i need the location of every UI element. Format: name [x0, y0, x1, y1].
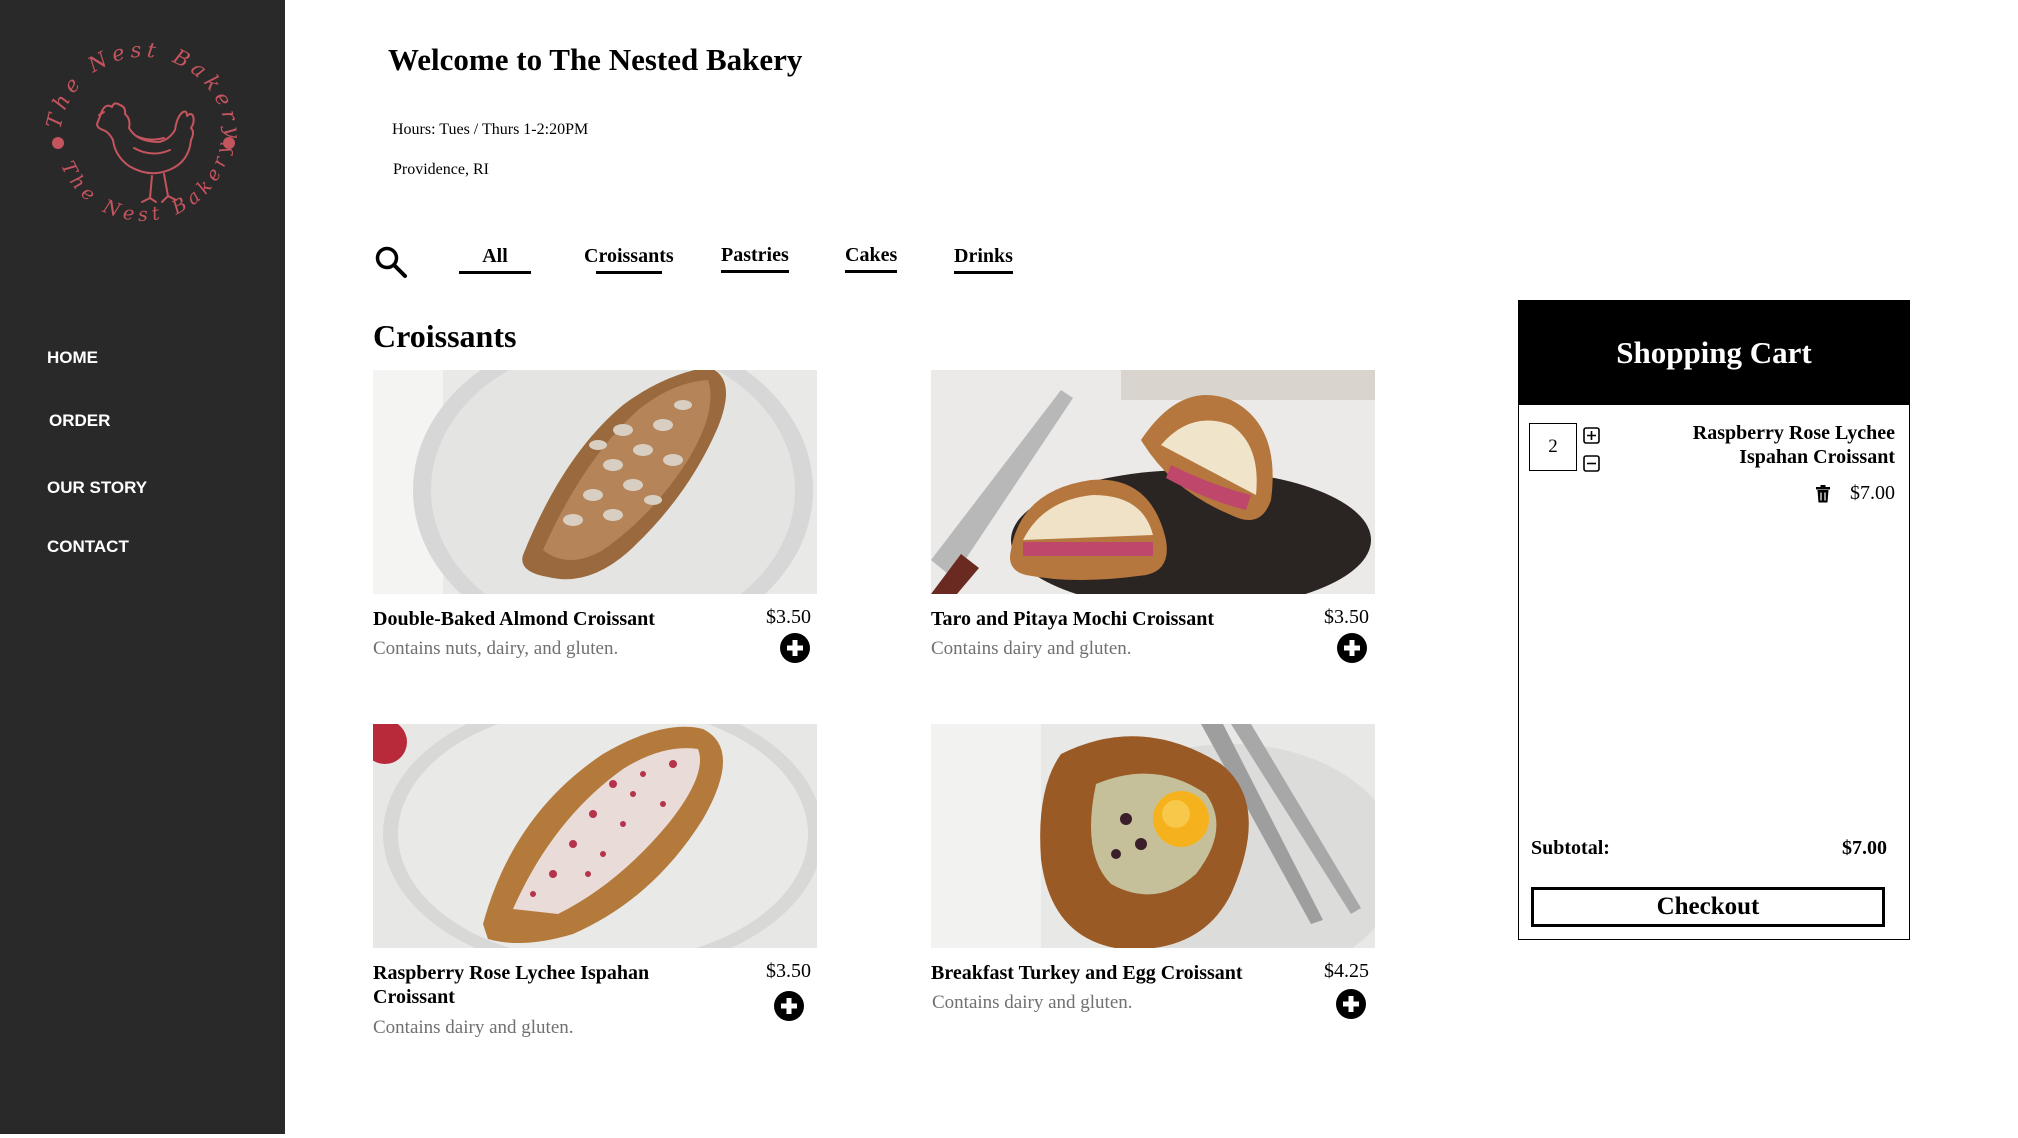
tab-underline [721, 270, 789, 273]
tab-croissants-label: Croissants [584, 245, 674, 267]
raspberry-rose-croissant-photo[interactable] [373, 724, 817, 948]
product-card: Double-Baked Almond Croissant $3.50 Cont… [373, 370, 819, 663]
logo-text-top: The Nest Bakery [42, 38, 241, 144]
product-price: $4.25 [1324, 960, 1369, 982]
rooster-logo-icon: The Nest Bakery The Nest Bakery [42, 38, 244, 226]
product-card: Taro and Pitaya Mochi Croissant $3.50 Co… [931, 370, 1377, 663]
product-name: Double-Baked Almond Croissant [373, 608, 655, 630]
product-name: Breakfast Turkey and Egg Croissant [931, 962, 1243, 984]
tab-cakes-label: Cakes [845, 244, 898, 266]
tab-croissants[interactable]: Croissants [584, 245, 674, 274]
product-name: Taro and Pitaya Mochi Croissant [931, 608, 1214, 630]
page-title: Welcome to The Nested Bakery [388, 42, 803, 77]
section-title: Croissants [373, 318, 517, 354]
nav-home[interactable]: HOME [47, 348, 98, 368]
product-price: $3.50 [1324, 606, 1369, 628]
sidebar: The Nest Bakery The Nest Bakery HOME ORD… [0, 0, 285, 1134]
bakery-logo[interactable]: The Nest Bakery The Nest Bakery [42, 36, 244, 244]
product-card: Raspberry Rose Lychee Ispahan Croissant … [373, 724, 819, 1038]
nav-order[interactable]: ORDER [49, 411, 110, 431]
tab-underline [954, 271, 1013, 274]
quantity-field[interactable]: 2 [1529, 423, 1577, 471]
svg-text:The Nest Bakery: The Nest Bakery [56, 136, 236, 225]
tab-underline [596, 271, 662, 274]
nav-contact[interactable]: CONTACT [47, 537, 129, 557]
checkout-button[interactable]: Checkout [1531, 887, 1885, 927]
product-price: $3.50 [766, 606, 811, 628]
add-to-cart-icon[interactable] [1336, 632, 1368, 664]
subtotal-value: $7.00 [1842, 837, 1887, 859]
tab-cakes[interactable]: Cakes [845, 244, 898, 273]
svg-text:The Nest Bakery: The Nest Bakery [42, 38, 244, 144]
add-to-cart-icon[interactable] [773, 990, 805, 1022]
product-description: Contains dairy and gluten. [373, 1017, 574, 1038]
tab-all[interactable]: All [459, 245, 531, 274]
logo-text-bottom: The Nest Bakery [56, 136, 231, 225]
product-price: $3.50 [766, 960, 811, 982]
decrease-quantity-icon[interactable] [1583, 455, 1600, 472]
product-description: Contains dairy and gluten. [931, 638, 1132, 659]
product-name: Raspberry Rose Lychee Ispahan Croissant [373, 962, 650, 1008]
add-to-cart-icon[interactable] [779, 632, 811, 664]
tab-drinks[interactable]: Drinks [954, 245, 1013, 274]
product-description: Contains nuts, dairy, and gluten. [373, 638, 619, 659]
nav-our-story[interactable]: OUR STORY [47, 478, 147, 498]
tab-underline [459, 271, 531, 274]
subtotal-label: Subtotal: [1531, 837, 1610, 859]
tab-underline [845, 270, 898, 273]
add-to-cart-icon[interactable] [1335, 988, 1367, 1020]
product-description: Contains dairy and gluten. [932, 992, 1133, 1013]
tab-pastries-label: Pastries [721, 244, 789, 266]
product-card: Breakfast Turkey and Egg Croissant $4.25… [931, 724, 1377, 1019]
shopping-cart: Shopping Cart 2 Raspberry Rose Lychee Is… [1518, 300, 1910, 940]
cart-item-price: $7.00 [1850, 482, 1895, 504]
tab-pastries[interactable]: Pastries [721, 244, 789, 273]
tab-drinks-label: Drinks [954, 245, 1013, 267]
search-icon[interactable] [374, 245, 408, 279]
cart-title: Shopping Cart [1519, 301, 1909, 405]
trash-icon[interactable] [1815, 485, 1831, 503]
almond-croissant-photo[interactable] [373, 370, 817, 594]
location-text: Providence, RI [393, 161, 489, 178]
turkey-egg-croissant-photo[interactable] [931, 724, 1375, 948]
cart-item-name: Raspberry Rose Lychee Ispahan Croissant [1692, 422, 1895, 468]
tab-all-label: All [482, 245, 508, 267]
increase-quantity-icon[interactable] [1583, 427, 1600, 444]
hours-text: Hours: Tues / Thurs 1-2:20PM [392, 121, 589, 138]
taro-pitaya-croissant-photo[interactable] [931, 370, 1375, 594]
